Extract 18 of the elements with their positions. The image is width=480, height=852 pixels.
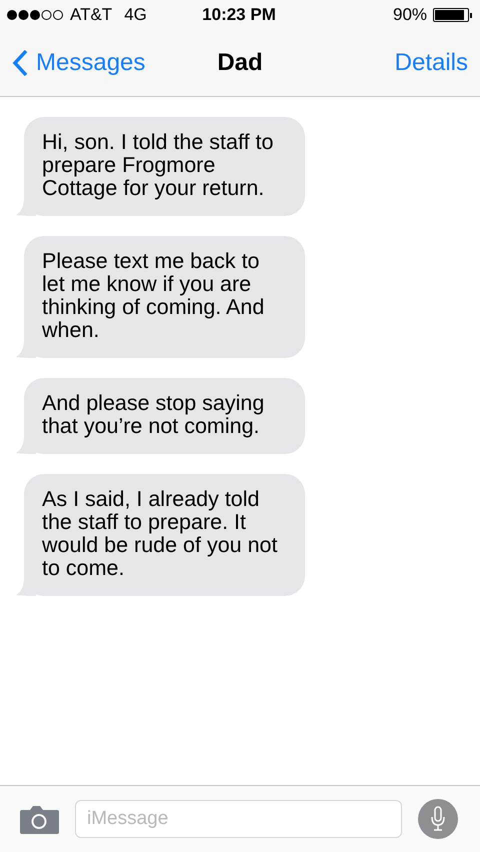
- microphone-button[interactable]: [418, 799, 458, 839]
- back-chevron-icon: [12, 49, 28, 77]
- conversation-title: Dad: [217, 49, 263, 76]
- bubble-tail: [16, 578, 36, 596]
- bubble-tail: [16, 198, 36, 216]
- battery-percent: 90%: [392, 5, 428, 25]
- battery-icon: [433, 8, 470, 22]
- camera-icon[interactable]: [20, 804, 59, 834]
- carrier-text: AT&T: [70, 5, 112, 25]
- signal-icon: [6, 9, 64, 21]
- microphone-icon: [430, 806, 446, 832]
- bubble-tail: [16, 340, 36, 358]
- details-button[interactable]: Details: [394, 49, 468, 77]
- bubble-tail: [16, 436, 36, 454]
- message-input-field[interactable]: iMessage: [75, 800, 402, 838]
- time-text: 10:23 PM: [202, 5, 276, 25]
- back-button[interactable]: Messages: [12, 49, 146, 77]
- network-text: 4G: [124, 5, 147, 25]
